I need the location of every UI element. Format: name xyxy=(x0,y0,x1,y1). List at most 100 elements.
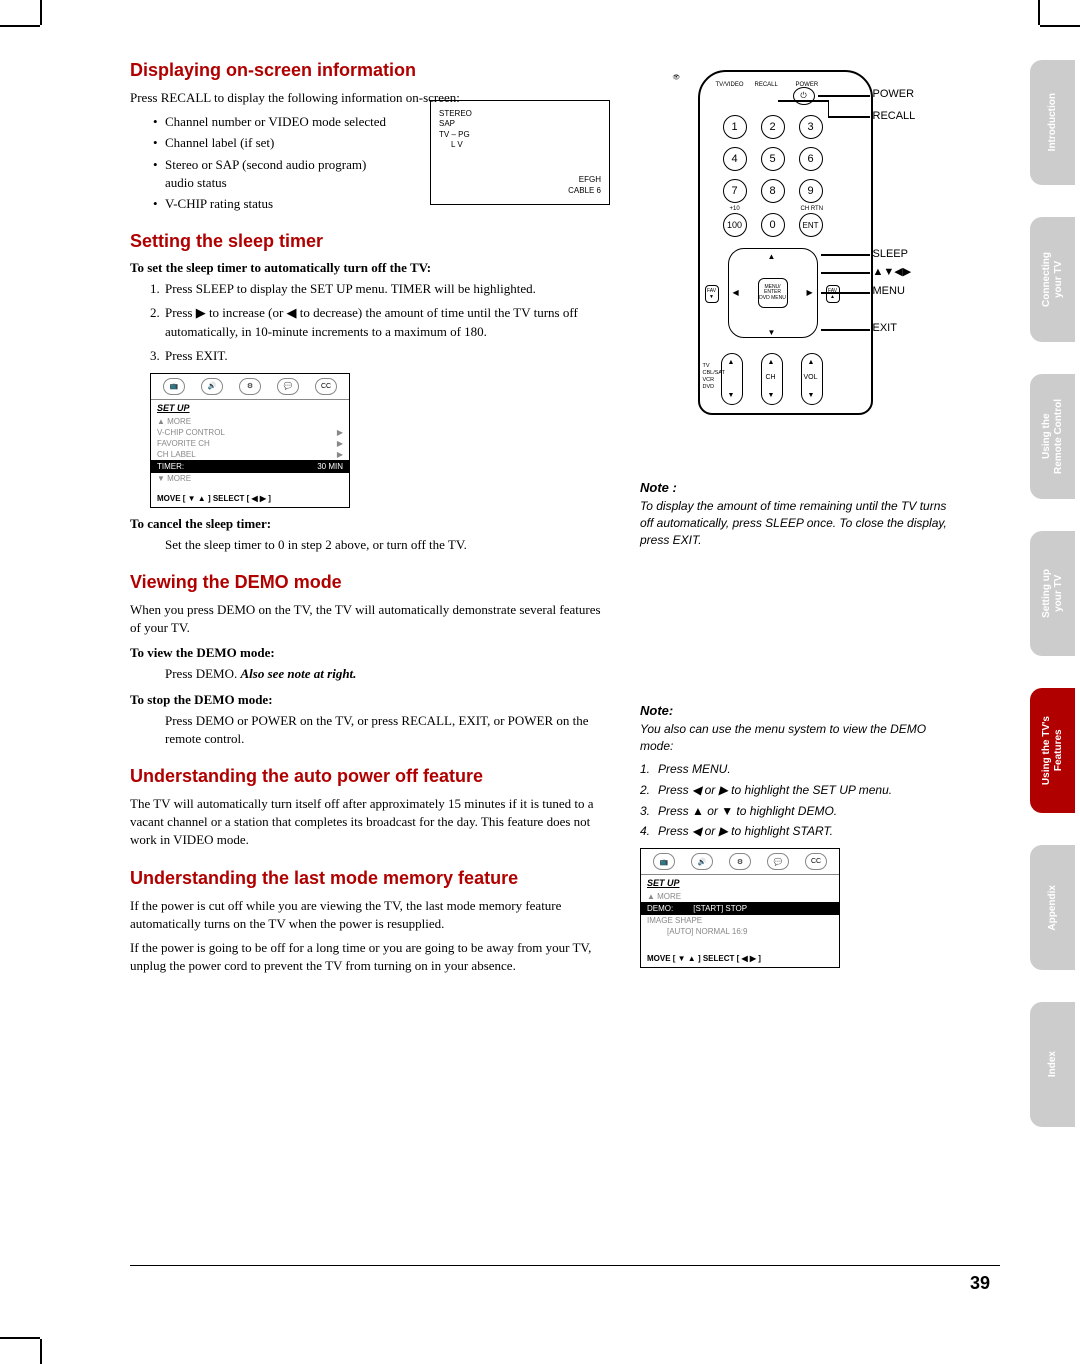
autopower-text: The TV will automatically turn itself of… xyxy=(130,795,610,850)
num-8: 8 xyxy=(761,179,785,203)
sleep-steps: 1.Press SLEEP to display the SET UP menu… xyxy=(130,280,610,365)
note-steps: 1.Press MENU. 2.Press ◀ or ▶ to highligh… xyxy=(640,761,950,840)
btn-label: CH RTN xyxy=(801,206,824,212)
menu-item: FAVORITE CH▶ xyxy=(151,438,349,449)
ch-label: CH xyxy=(766,374,776,381)
menu-item: IMAGE SHAPE xyxy=(641,915,839,926)
btn-label: TV/VIDEO xyxy=(716,82,744,88)
crop-mark xyxy=(0,1337,40,1339)
menu-footer: MOVE [ ▼ ▲ ] SELECT [ ◀ ▶ ] xyxy=(647,954,761,963)
menu-tab-icon: 📺 xyxy=(653,853,675,870)
btn-label: RECALL xyxy=(755,82,778,88)
remote-diagram: TV/VIDEO RECALL 👁 POWER ⏻ 1 2 3 4 5 6 7 … xyxy=(673,60,918,420)
osd-right1: EFGH xyxy=(568,175,601,185)
menu-footer: MOVE [ ▼ ▲ ] SELECT [ ◀ ▶ ] xyxy=(157,494,271,503)
osd-right2: CABLE 6 xyxy=(568,186,601,196)
label-menu: MENU xyxy=(873,285,905,297)
section-title-displaying: Displaying on-screen information xyxy=(130,60,610,81)
note-step: Press ◀ or ▶ to highlight START. xyxy=(658,824,833,838)
menu-tab-icon: 🔊 xyxy=(201,378,223,395)
osd-line: L V xyxy=(439,140,601,150)
menu-tab-icon: 🔊 xyxy=(691,853,713,870)
section-title-sleep: Setting the sleep timer xyxy=(130,231,610,252)
num-100: 100 xyxy=(723,213,747,237)
num-9: 9 xyxy=(799,179,823,203)
vol-label: VOL xyxy=(804,374,818,381)
sub-heading: To set the sleep timer to automatically … xyxy=(130,260,610,276)
dpad-down: ▼ xyxy=(768,328,776,337)
section-title-demo: Viewing the DEMO mode xyxy=(130,572,610,593)
demo-menu-box: 📺 🔊 ⚙ 💬 CC SET UP ▲ MOREDEMO:[START] STO… xyxy=(640,848,840,968)
label-power: POWER xyxy=(873,88,915,100)
note-step: Press MENU. xyxy=(658,762,731,776)
sleep-menu-box: 📺 🔊 ⚙ 💬 CC SET UP ▲ MOREV-CHIP CONTROL▶F… xyxy=(150,373,350,508)
num-4: 4 xyxy=(723,147,747,171)
sub-heading: To cancel the sleep timer: xyxy=(130,516,610,532)
menu-item: CH LABEL▶ xyxy=(151,449,349,460)
menu-item: ▼ MORE xyxy=(151,473,349,484)
tv-video-button xyxy=(673,60,695,74)
lastmode-p1: If the power is cut off while you are vi… xyxy=(130,897,610,933)
side-tab: Introduction xyxy=(1030,60,1075,185)
num-1: 1 xyxy=(723,115,747,139)
ent-button: ENT xyxy=(799,213,823,237)
side-tab: Appendix xyxy=(1030,845,1075,970)
label-exit: EXIT xyxy=(873,322,897,334)
crop-mark xyxy=(1040,25,1080,27)
menu-title: SET UP xyxy=(151,400,349,416)
fav-up-button: FAV▲ xyxy=(826,285,840,303)
bullet-item: Channel label (if set) xyxy=(165,134,390,152)
power-button: ⏻ xyxy=(793,87,815,105)
side-tab: Setting up your TV xyxy=(1030,531,1075,656)
menu-item: DEMO:[START] STOP xyxy=(641,902,839,915)
num-7: 7 xyxy=(723,179,747,203)
crop-mark xyxy=(1038,0,1040,25)
num-2: 2 xyxy=(761,115,785,139)
displaying-bullets: Channel number or VIDEO mode selected Ch… xyxy=(130,113,390,213)
menu-tab-icon: 💬 xyxy=(767,853,789,870)
step-text: Press EXIT. xyxy=(165,348,228,363)
menu-item: TIMER:30 MIN xyxy=(151,460,349,473)
menu-tab-icon: 📺 xyxy=(163,378,185,395)
btn-label: +10 xyxy=(730,206,740,212)
menu-title: SET UP xyxy=(641,875,839,891)
page-number: 39 xyxy=(970,1273,990,1294)
osd-preview: STEREO SAP TV – PG L V EFGH CABLE 6 xyxy=(430,100,610,205)
note-step: Press ◀ or ▶ to highlight the SET UP men… xyxy=(658,783,892,797)
num-3: 3 xyxy=(799,115,823,139)
menu-tab-icon: CC xyxy=(805,853,827,870)
menu-item: V-CHIP CONTROL▶ xyxy=(151,427,349,438)
menu-item: [AUTO] NORMAL 16:9 xyxy=(641,926,839,937)
menu-item: ▲ MORE xyxy=(151,416,349,427)
note-label: Note : xyxy=(640,480,950,495)
side-tab: Using the Remote Control xyxy=(1030,374,1075,499)
note-step: Press ▲ or ▼ to highlight DEMO. xyxy=(658,804,837,818)
step-text: Press ▶ to increase (or ◀ to decrease) t… xyxy=(165,305,578,338)
menu-tab-icon: ⚙ xyxy=(729,853,751,870)
section-title-autopower: Understanding the auto power off feature xyxy=(130,766,610,787)
note-text: To display the amount of time remaining … xyxy=(640,498,950,548)
side-tab: Using the TV's Features xyxy=(1030,688,1075,813)
menu-tab-icon: CC xyxy=(315,378,337,395)
crop-mark xyxy=(0,25,40,27)
label-recall: RECALL xyxy=(873,110,916,122)
num-5: 5 xyxy=(761,147,785,171)
menu-enter-button: MENU/ ENTER DVD MENU xyxy=(758,278,788,308)
demo-view-text: Press DEMO. Also see note at right. xyxy=(130,665,610,683)
osd-line: STEREO xyxy=(439,109,601,119)
side-tabs: IntroductionConnecting your TVUsing the … xyxy=(1030,60,1075,1159)
step-text: Press SLEEP to display the SET UP menu. … xyxy=(165,281,536,296)
cancel-text: Set the sleep timer to 0 in step 2 above… xyxy=(130,536,610,554)
menu-item: ▲ MORE xyxy=(641,891,839,902)
fav-down-button: FAV▼ xyxy=(705,285,719,303)
menu-tab-icon: 💬 xyxy=(277,378,299,395)
label-sleep: SLEEP xyxy=(873,248,908,260)
menu-tab-icon: ⚙ xyxy=(239,378,261,395)
demo-intro: When you press DEMO on the TV, the TV wi… xyxy=(130,601,610,637)
mode-labels: TV CBL/SAT VCR DVD xyxy=(703,363,726,392)
osd-line: SAP xyxy=(439,119,601,129)
crop-mark xyxy=(40,1339,42,1364)
dpad-up: ▲ xyxy=(768,252,776,261)
bullet-item: Stereo or SAP (second audio program) aud… xyxy=(165,156,390,192)
label-arrows: ▲▼◀▶ xyxy=(873,265,912,278)
